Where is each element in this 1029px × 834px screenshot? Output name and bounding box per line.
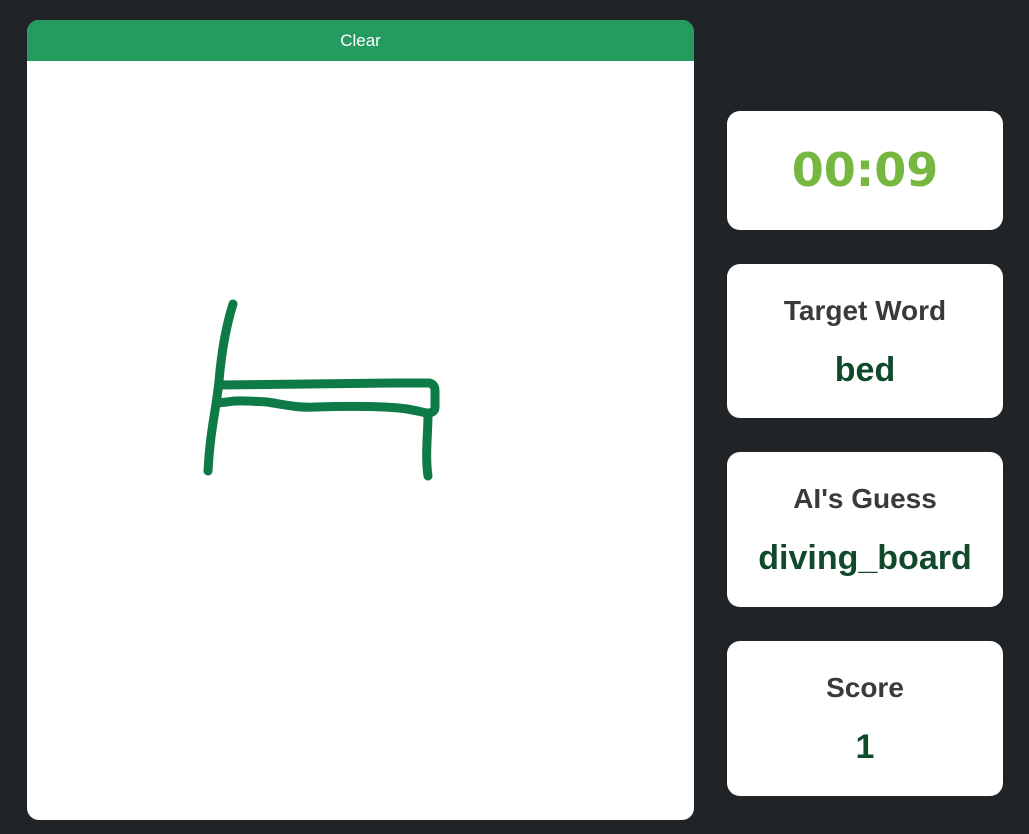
timer-value: 00:09 <box>791 143 939 197</box>
target-word-value: bed <box>834 351 896 389</box>
ai-guess-label: AI's Guess <box>793 483 937 514</box>
clear-button[interactable]: Clear <box>27 20 694 61</box>
timer-card: 00:09 <box>727 111 1003 230</box>
ai-guess-card: AI's Guess diving_board <box>727 452 1003 607</box>
score-card: Score 1 <box>727 641 1003 796</box>
score-label: Score <box>826 672 904 703</box>
score-value: 1 <box>855 728 875 766</box>
target-word-card: Target Word bed <box>727 264 1003 418</box>
game-screen: Clear 00:09 Target Word bed AI's Guess d… <box>0 0 1029 834</box>
drawing-canvas[interactable] <box>27 61 694 820</box>
sketch-stroke-right-leg <box>422 410 433 481</box>
sketch-stroke-frame <box>212 396 432 418</box>
drawing-panel: Clear <box>27 20 694 820</box>
ai-guess-value: diving_board <box>758 539 972 577</box>
sketch-drawing <box>203 299 440 481</box>
target-word-label: Target Word <box>783 295 947 326</box>
